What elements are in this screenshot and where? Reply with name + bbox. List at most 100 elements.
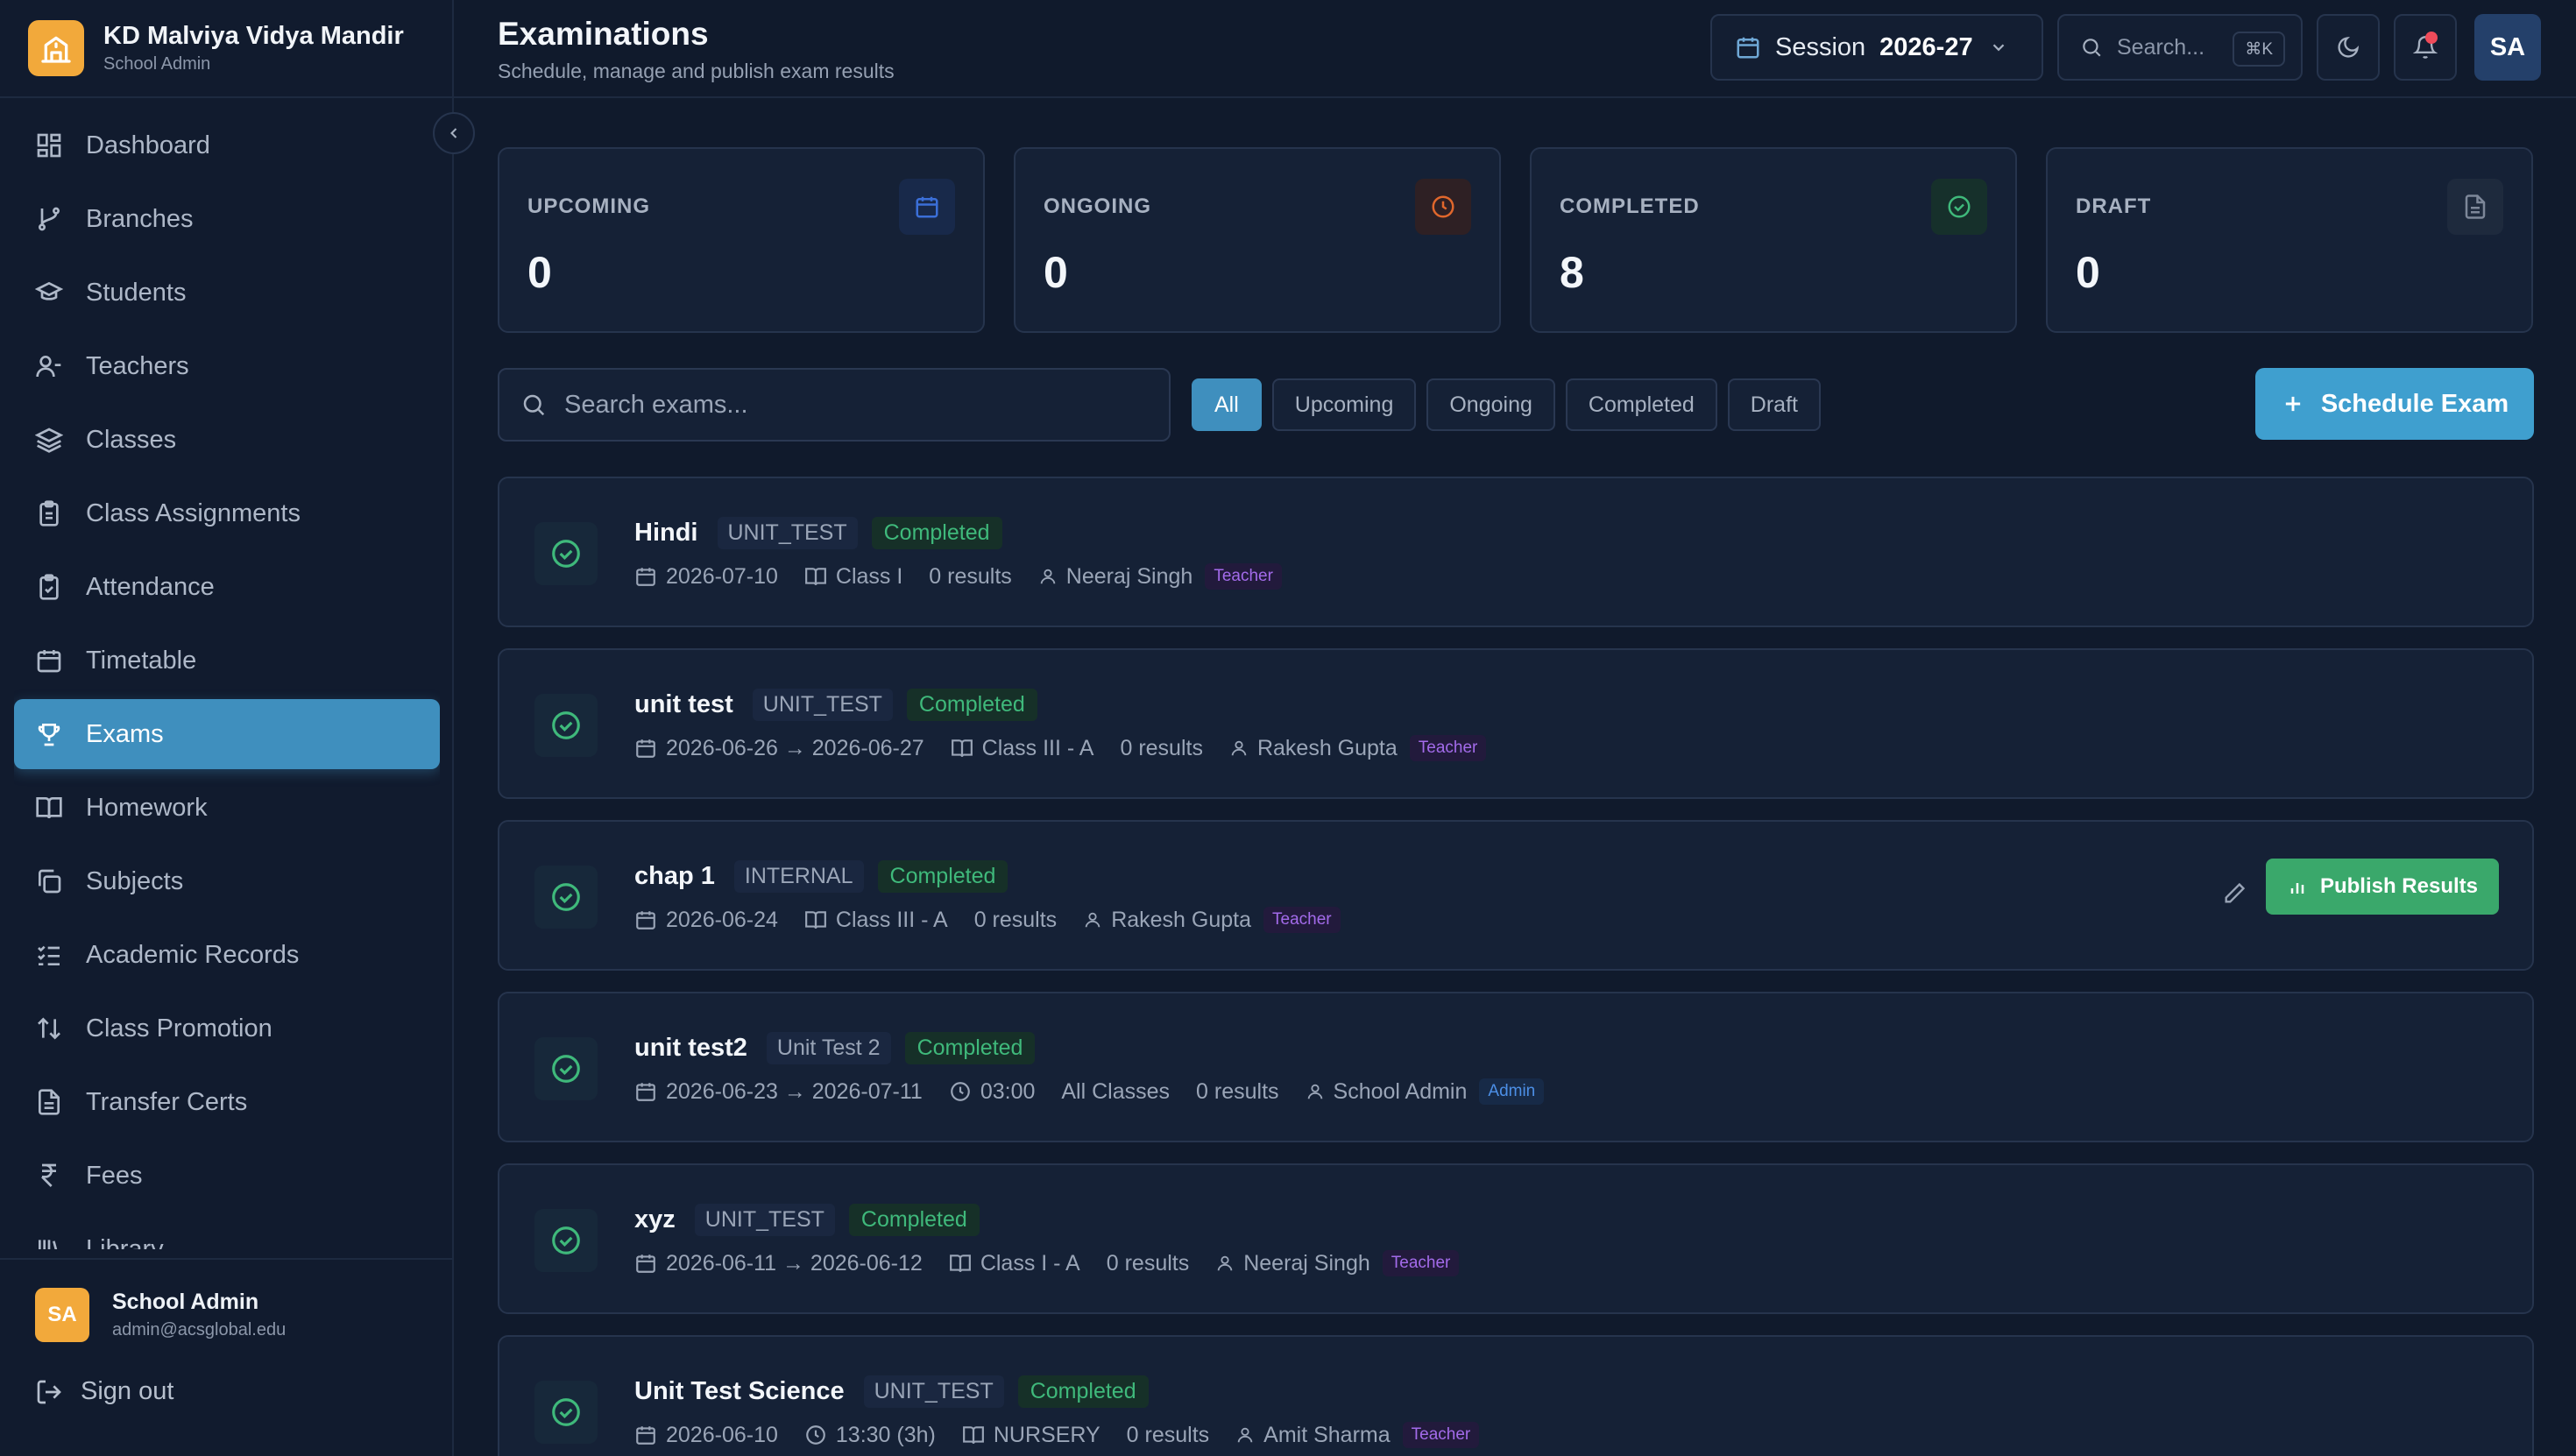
collapse-sidebar-button[interactable] <box>433 112 475 154</box>
schedule-exam-button[interactable]: Schedule Exam <box>2255 368 2534 440</box>
exam-card[interactable]: xyz UNIT_TEST Completed 2026-06-11 → 202… <box>498 1163 2534 1314</box>
avatar[interactable]: SA <box>2474 14 2541 81</box>
exam-class: Class I <box>835 563 903 589</box>
exam-person: Rakesh Gupta <box>1111 907 1252 932</box>
bar-chart-icon <box>2290 883 2304 894</box>
notification-dot <box>2425 32 2438 44</box>
publish-results-button[interactable]: Publish Results <box>2266 859 2499 915</box>
sidebar-item-teachers[interactable]: Teachers <box>14 331 440 401</box>
calendar-icon <box>37 650 61 673</box>
sidebar-item-subjects[interactable]: Subjects <box>14 846 440 916</box>
sidebar-item-label: Homework <box>86 793 208 822</box>
logout-icon <box>37 1380 61 1403</box>
user-icon <box>1231 740 1247 756</box>
sidebar-item-label: Branches <box>86 204 194 233</box>
filter-upcoming[interactable]: Upcoming <box>1271 378 1417 431</box>
exam-type: INTERNAL <box>733 859 864 893</box>
schedule-exam-label: Schedule Exam <box>2320 389 2509 418</box>
exam-card[interactable]: chap 1 INTERNAL Completed 2026-06-24 Cla… <box>498 820 2534 971</box>
clipboard-icon <box>39 500 59 527</box>
exam-person: Rakesh Gupta <box>1256 735 1398 760</box>
filter-completed[interactable]: Completed <box>1565 378 1717 431</box>
exam-card[interactable]: unit test UNIT_TEST Completed 2026-06-26… <box>498 648 2534 799</box>
global-search[interactable]: Search... ⌘K <box>2057 14 2303 81</box>
filter-ongoing[interactable]: Ongoing <box>1426 378 1555 431</box>
exam-name: chap 1 <box>634 861 715 890</box>
exam-card[interactable]: Hindi UNIT_TEST Completed 2026-07-10 Cla… <box>498 477 2534 627</box>
filter-all[interactable]: All <box>1192 378 1262 431</box>
role-badge: Teacher <box>1205 563 1282 590</box>
sidebar-item-timetable[interactable]: Timetable <box>14 626 440 696</box>
exam-date: 2026-06-23 → 2026-07-11 <box>666 1078 923 1104</box>
exam-card[interactable]: Unit Test Science UNIT_TEST Completed 20… <box>498 1335 2534 1456</box>
sidebar-item-library[interactable]: Library <box>14 1214 440 1249</box>
exam-name: Unit Test Science <box>634 1376 845 1405</box>
sidebar-item-academic-records[interactable]: Academic Records <box>14 920 440 990</box>
exam-class: Class III - A <box>835 907 948 932</box>
exam-person: Amit Sharma <box>1263 1422 1391 1447</box>
sign-out-button[interactable]: Sign out <box>0 1342 452 1406</box>
check-circle-icon <box>534 1209 598 1272</box>
exam-name: unit test2 <box>634 1033 747 1062</box>
arrows-icon <box>38 1017 60 1040</box>
search-icon <box>523 394 545 416</box>
sidebar-item-transfer-certs[interactable]: Transfer Certs <box>14 1067 440 1137</box>
filter-draft[interactable]: Draft <box>1727 378 1821 431</box>
sidebar: KD Malviya Vidya Mandir School Admin Das… <box>0 0 454 1456</box>
sidebar-item-homework[interactable]: Homework <box>14 773 440 843</box>
sidebar-item-label: Classes <box>86 425 177 454</box>
user-email: admin@acsglobal.edu <box>112 1320 287 1339</box>
sidebar-item-fees[interactable]: Fees <box>14 1141 440 1211</box>
library-icon <box>39 1240 58 1249</box>
user-icon <box>36 356 61 378</box>
role-badge: Teacher <box>1402 1422 1480 1448</box>
sidebar-nav: Dashboard Branches Students Teachers Cla… <box>14 110 440 1249</box>
sidebar-item-exams[interactable]: Exams <box>14 699 440 769</box>
exam-name: xyz <box>634 1205 676 1233</box>
exam-card[interactable]: unit test2 Unit Test 2 Completed 2026-06… <box>498 992 2534 1142</box>
sidebar-item-attendance[interactable]: Attendance <box>14 552 440 622</box>
exam-time: 03:00 <box>980 1078 1036 1104</box>
exam-date: 2026-06-24 <box>666 907 778 932</box>
session-label: Session <box>1775 32 1866 61</box>
exam-date: 2026-06-11 → 2026-06-12 <box>666 1250 923 1276</box>
stat-value: 0 <box>1044 248 1068 297</box>
sidebar-item-label: Class Assignments <box>86 498 301 527</box>
session-value: 2026-27 <box>1879 32 1973 61</box>
calendar-icon <box>1737 37 1759 59</box>
stat-label: COMPLETED <box>1560 194 1700 218</box>
exam-search-input[interactable]: Search exams... <box>498 368 1171 442</box>
user-icon <box>1307 1084 1322 1099</box>
clock-icon <box>1415 179 1471 235</box>
sidebar-item-classes[interactable]: Classes <box>14 405 440 475</box>
exam-results: 0 results <box>1106 1250 1190 1276</box>
sidebar-item-branches[interactable]: Branches <box>14 184 440 254</box>
file-icon <box>2447 179 2503 235</box>
sidebar-item-label: Timetable <box>86 646 197 675</box>
stat-value: 8 <box>1560 248 1584 297</box>
notifications-button[interactable] <box>2394 14 2457 81</box>
sidebar-item-label: Attendance <box>86 572 215 601</box>
sidebar-item-students[interactable]: Students <box>14 258 440 328</box>
exam-class: Class III - A <box>981 735 1094 760</box>
exam-person: Neeraj Singh <box>1065 563 1193 589</box>
stat-label: ONGOING <box>1044 194 1152 218</box>
session-selector[interactable]: Session 2026-27 <box>1710 14 2043 81</box>
exam-person: Neeraj Singh <box>1243 1250 1370 1276</box>
sidebar-footer: SA School Admin admin@acsglobal.edu Sign… <box>0 1258 452 1456</box>
sidebar-item-label: Academic Records <box>86 940 300 969</box>
calendar-icon <box>636 911 655 929</box>
chevron-down-icon <box>1992 44 2004 52</box>
book-icon <box>36 797 62 819</box>
sidebar-item-class-assignments[interactable]: Class Assignments <box>14 478 440 548</box>
sidebar-item-dashboard[interactable]: Dashboard <box>14 110 440 180</box>
layers-icon <box>35 428 63 453</box>
graduation-cap-icon <box>35 281 63 300</box>
avatar: SA <box>35 1288 89 1342</box>
moon-icon <box>2338 36 2360 58</box>
edit-exam-button[interactable] <box>2215 874 2254 913</box>
theme-toggle-button[interactable] <box>2317 14 2380 81</box>
sidebar-item-class-promotion[interactable]: Class Promotion <box>14 993 440 1064</box>
user-profile[interactable]: SA School Admin admin@acsglobal.edu <box>0 1260 452 1342</box>
user-name: School Admin <box>112 1290 259 1314</box>
